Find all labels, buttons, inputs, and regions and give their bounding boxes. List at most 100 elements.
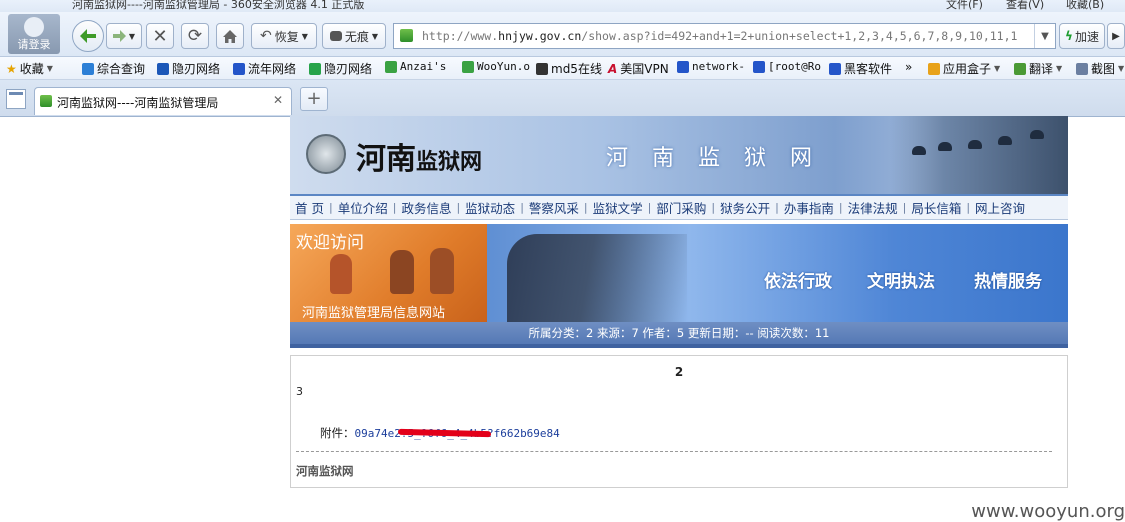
translate-icon — [1014, 62, 1026, 75]
play-arrow-icon: ▶ — [1112, 30, 1120, 42]
url-host: hnjyw.gov.cn — [498, 29, 582, 43]
address-url: http://www.hnjyw.gov.cn/show.asp?id=492+… — [422, 29, 1017, 43]
officer-figure — [330, 254, 352, 294]
cap-shape — [938, 142, 952, 151]
lightning-icon: ϟ — [1065, 29, 1073, 43]
grid-icon — [536, 62, 548, 75]
bookmarks-bar: ★ 收藏 ▼ 综合查询 隐刃网络 流年网络 隐刃网络 Anzai's WooYun.… — [0, 57, 1125, 80]
nav-procurement[interactable]: 部门采购 — [651, 198, 711, 217]
attachment-label: 附件： — [320, 426, 355, 440]
menu-favorites[interactable]: 收藏(B) — [1066, 0, 1125, 12]
close-icon: ✕ — [152, 25, 168, 47]
star-icon: ★ — [6, 61, 17, 76]
nav-police-style[interactable]: 警察风采 — [524, 198, 584, 217]
nav-laws[interactable]: 法律法规 — [843, 198, 903, 217]
bookmark-item[interactable]: Anzai's — [385, 60, 446, 73]
bookmark-item[interactable]: 隐刃网络 — [309, 60, 372, 77]
article-title: 2 — [674, 365, 684, 379]
box-icon — [928, 62, 940, 75]
site-nav: 首 页 | 单位介绍 | 政务信息 | 监狱动态 | 警察风采 | 监狱文学 | 部门采购 |… — [290, 194, 1068, 220]
nav-prison-news[interactable]: 监狱动态 — [460, 198, 520, 217]
nav-home[interactable]: 首 页 — [290, 198, 329, 217]
bookmark-label: WooYun.o — [477, 60, 530, 73]
paw-icon — [233, 62, 245, 75]
cap-shape — [968, 140, 982, 149]
bookmark-label: 综合查询 — [97, 62, 146, 76]
chevron-down-icon: ▼ — [994, 64, 1001, 73]
back-button[interactable] — [72, 20, 104, 52]
scissors-icon — [1076, 62, 1088, 75]
app-box-button[interactable]: 应用盒子 ▼ — [928, 60, 1000, 77]
site-favicon-icon — [40, 95, 52, 107]
bookmark-item[interactable]: 隐刃网络 — [157, 60, 220, 77]
bookmark-item[interactable]: [root@Ro — [753, 60, 821, 73]
bookmark-label: network- — [692, 60, 745, 73]
chevron-down-icon: ▼ — [1118, 64, 1125, 73]
nav-about[interactable]: 单位介绍 — [333, 198, 393, 217]
nav-guide[interactable]: 办事指南 — [779, 198, 839, 217]
article-content: 2 3 附件：09a74e2?5_?6f6_4_4b5?f662b69e84 河… — [290, 355, 1068, 488]
bookmark-item[interactable]: 黑客软件 — [829, 60, 892, 77]
bookmark-label: 隐刃网络 — [324, 62, 373, 76]
logo-main: 河南 — [356, 142, 416, 177]
screenshot-button[interactable]: 截图 ▼ — [1076, 60, 1124, 77]
refresh-button[interactable]: ⟳ — [181, 23, 209, 49]
incognito-button[interactable]: 无痕 ▼ — [322, 23, 386, 49]
bookmark-label: 截图 — [1091, 62, 1116, 76]
nav-government-info[interactable]: 政务信息 — [396, 198, 456, 217]
bookmark-item[interactable]: 综合查询 — [82, 60, 145, 77]
slogan-1: 依法行政 — [764, 272, 832, 292]
officer-figure — [390, 250, 414, 294]
bookmark-label: 隐刃网络 — [172, 62, 221, 76]
bookmark-label: 应用盒子 — [943, 62, 992, 76]
bookmark-item[interactable]: md5在线 — [536, 60, 602, 77]
accelerate-button[interactable]: ϟ 加速 — [1059, 23, 1105, 49]
bookmark-item[interactable]: WooYun.o — [462, 60, 530, 73]
bookmark-icon — [462, 60, 474, 73]
bookmarks-overflow[interactable]: » — [905, 60, 912, 74]
restore-button[interactable]: ↶ 恢复 ▼ — [251, 23, 317, 49]
home-button[interactable] — [216, 23, 244, 49]
bookmark-item[interactable]: A 美国VPN — [608, 60, 669, 77]
stop-button[interactable]: ✕ — [146, 23, 174, 49]
back-arrow-icon — [80, 29, 96, 43]
bookmark-label: 流年网络 — [248, 62, 297, 76]
bookmark-label: 收藏 — [19, 62, 44, 76]
nav-prison-literature[interactable]: 监狱文学 — [588, 198, 648, 217]
translate-button[interactable]: 翻译 ▼ — [1014, 60, 1062, 77]
window-title: 河南监狱网----河南监狱管理局 - 360安全浏览器 4.1 正式版 — [72, 0, 365, 11]
bookmark-icon — [385, 60, 397, 73]
tab-active[interactable]: 河南监狱网----河南监狱管理局 ✕ — [34, 87, 292, 115]
forward-button[interactable]: ▼ — [106, 23, 142, 49]
paw-icon — [677, 60, 689, 73]
slogan-2: 文明执法 — [867, 272, 935, 292]
accelerate-label: 加速 — [1074, 29, 1099, 44]
login-avatar[interactable]: 请登录 — [8, 14, 60, 54]
incognito-label: 无痕 — [344, 29, 369, 44]
bookmark-label: 黑客软件 — [844, 62, 893, 76]
nav-transparency[interactable]: 狱务公开 — [715, 198, 775, 217]
close-icon[interactable]: ✕ — [273, 93, 283, 107]
address-dropdown-icon[interactable]: ▼ — [1034, 24, 1055, 48]
sidebar-toggle-icon[interactable] — [6, 89, 26, 109]
more-button[interactable]: ▶ — [1107, 23, 1125, 49]
cap-shape — [1030, 130, 1044, 139]
police-officers-image — [890, 116, 1068, 194]
banner-title: 河南监狱网 — [606, 146, 837, 171]
paw-icon — [753, 60, 765, 73]
bookmark-item[interactable]: 流年网络 — [233, 60, 296, 77]
bookmark-icon — [309, 62, 321, 75]
nav-online-consult[interactable]: 网上咨询 — [970, 198, 1030, 217]
bookmark-label: [root@Ro — [768, 60, 821, 73]
refresh-icon: ⟳ — [187, 26, 203, 46]
nav-director-mailbox[interactable]: 局长信箱 — [906, 198, 966, 217]
bookmark-favorites[interactable]: ★ 收藏 ▼ — [6, 60, 53, 77]
undo-icon: ↶ — [260, 28, 272, 44]
url-prefix: http://www. — [422, 29, 499, 43]
new-tab-button[interactable]: + — [300, 87, 328, 111]
bookmark-item[interactable]: network- — [677, 60, 745, 73]
site-logo[interactable]: 河南监狱网 — [356, 134, 482, 178]
paw-icon — [829, 62, 841, 75]
bookmark-label: md5在线 — [551, 62, 602, 76]
address-bar[interactable]: http://www.hnjyw.gov.cn/show.asp?id=492+… — [393, 23, 1056, 49]
